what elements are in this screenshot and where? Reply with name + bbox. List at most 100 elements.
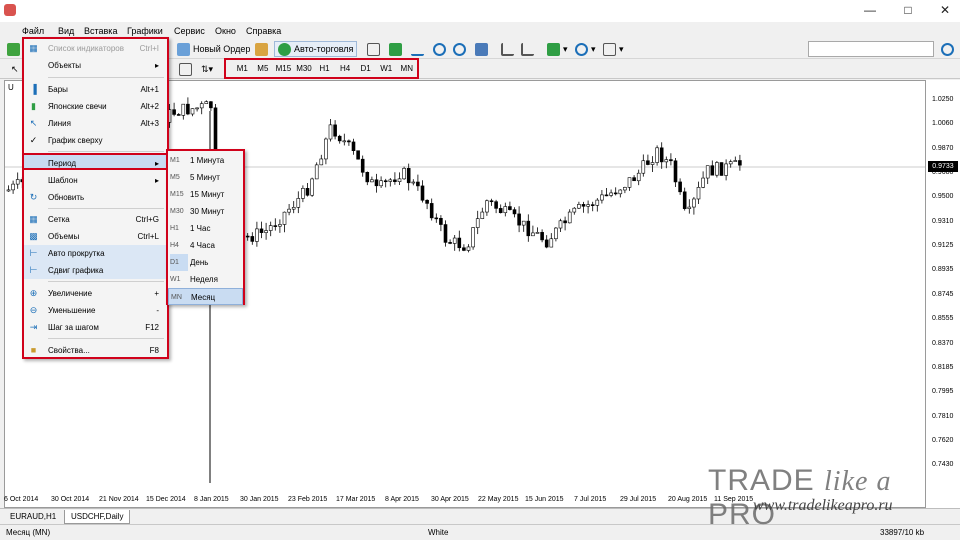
price-label: 0.7620 [932,437,954,444]
period-item-w1[interactable]: W1 Неделя [168,271,243,288]
candle-body [457,237,462,249]
period-item-m15[interactable]: M15 15 Минут [168,186,243,203]
arrows-button[interactable]: ⇅▾ [198,61,216,77]
menu-charts[interactable]: Графики [127,24,163,38]
chart-shift-button[interactable] [518,41,537,57]
candle-body [342,140,347,143]
period-item-h1[interactable]: H1 1 Час [168,220,243,237]
menu-item-refresh[interactable]: ↻ Обновить [24,189,167,206]
bar-chart-button[interactable] [364,41,383,57]
text-tool-button[interactable] [176,61,195,77]
price-label: 0.9125 [932,242,954,249]
search-button[interactable] [938,41,957,57]
menu-view[interactable]: Вид [58,24,74,38]
zoom-out-button[interactable] [450,41,469,57]
refresh-icon: ↻ [29,192,38,202]
autoscroll-button[interactable] [498,41,517,57]
candle-body [471,227,475,248]
menu-item-volumes[interactable]: ▩ Объемы Ctrl+L [24,228,167,245]
period-item-h4[interactable]: H4 4 Часа [168,237,243,254]
menu-item-properties[interactable]: ■ Свойства... F8 [24,342,167,359]
menu-file[interactable]: Файл [22,24,44,38]
menu-item-candles[interactable]: ▮ Японские свечи Alt+2 [24,98,167,115]
period-m30-button[interactable]: M30 [294,64,315,73]
candle-body [255,228,259,242]
price-label: 0.9500 [932,193,954,200]
menu-item-template[interactable]: Шаблон ▸ [24,172,167,189]
indicators-button[interactable]: ▾ [544,41,571,57]
period-d1-button[interactable]: D1 [355,64,376,73]
candle-body [692,198,696,208]
tab-usdchf[interactable]: USDCHF,Daily [64,510,131,524]
templates-button[interactable]: ▾ [600,41,627,57]
menu-tools[interactable]: Сервис [174,24,205,38]
line-icon [411,43,424,56]
candle-body [324,138,328,160]
candle-chart-button[interactable] [386,41,405,57]
period-w1-button[interactable]: W1 [376,64,397,73]
menu-help[interactable]: Справка [246,24,281,38]
periods-button[interactable]: ▾ [572,41,599,57]
candle-body [310,178,314,196]
candle-body [466,246,471,251]
close-icon[interactable]: ✕ [937,3,953,17]
period-m1-button[interactable]: M1 [232,64,253,73]
menu-window[interactable]: Окно [215,24,236,38]
period-item-mn[interactable]: MN Месяц [168,288,243,305]
candle-body [544,239,549,248]
search-input[interactable] [808,41,934,57]
zoom-in-button[interactable] [430,41,449,57]
menu-item-zoom-out[interactable]: ⊖ Уменьшение - [24,302,167,319]
menu-item-bars[interactable]: ▐ Бары Alt+1 [24,81,167,98]
period-mn-button[interactable]: MN [397,64,418,73]
menu-divider [48,338,164,339]
checkmark-icon: ✓ [29,135,38,145]
date-label: 23 Feb 2015 [288,496,328,503]
period-item-m5[interactable]: M5 5 Минут [168,169,243,186]
clock-icon [575,42,588,56]
menu-item-step[interactable]: ⇥ Шаг за шагом F12 [24,319,167,336]
candle-body [669,159,673,162]
menu-item-autoscroll[interactable]: ⊢ Авто прокрутка [24,245,167,262]
menu-item-zoom-in[interactable]: ⊕ Увеличение + [24,285,167,302]
menu-item-line[interactable]: ↖ Линия Alt+3 [24,115,167,132]
menu-item-period[interactable]: Период ▸ [22,153,169,170]
minimize-icon[interactable]: — [862,3,878,17]
title-bar: — □ ✕ [0,0,960,22]
new-chart-button[interactable] [4,41,23,57]
menu-item-grid[interactable]: ▦ Сетка Ctrl+G [24,211,167,228]
candle-body [172,109,176,115]
metaeditor-button[interactable] [252,41,271,57]
tab-euraud[interactable]: EURAUD,H1 [4,510,62,524]
period-item-d1[interactable]: D1 День [168,254,243,271]
period-m15-button[interactable]: M15 [273,64,294,73]
metaeditor-icon [255,42,268,56]
line-chart-button[interactable] [408,41,427,57]
status-profile: White [428,528,449,537]
menu-item-chart-shift[interactable]: ⊢ Сдвиг графика [24,262,167,279]
period-item-m1[interactable]: M1 1 Минута [168,152,243,169]
properties-icon: ■ [30,345,37,355]
new-order-label: Новый Ордер [193,44,251,54]
app-icon [4,4,16,16]
chevron-right-icon: ▸ [154,159,159,168]
candle-body [425,199,429,204]
period-h1-button[interactable]: H1 [314,64,335,73]
auto-trading-button[interactable]: Авто-торговля [274,41,358,57]
candle-body [540,232,544,241]
price-label: 0.9310 [932,218,954,225]
menu-insert[interactable]: Вставка [84,24,117,38]
candle-body [199,103,204,109]
menu-item-chart-on-top[interactable]: ✓ График сверху [24,132,167,149]
tile-windows-button[interactable] [472,41,491,57]
candle-body [402,168,406,180]
period-h4-button[interactable]: H4 [335,64,356,73]
cursor-button[interactable]: ↖ [8,61,22,77]
maximize-icon[interactable]: □ [900,3,916,17]
new-order-button[interactable]: Новый Ордер [174,41,253,57]
menu-item-indicator-list[interactable]: ▦ Список индикаторов Ctrl+I [24,40,167,57]
bars-icon [367,42,380,56]
period-m5-button[interactable]: M5 [253,64,274,73]
menu-item-objects[interactable]: Объекты ▸ [24,57,167,74]
period-item-m30[interactable]: M30 30 Минут [168,203,243,220]
